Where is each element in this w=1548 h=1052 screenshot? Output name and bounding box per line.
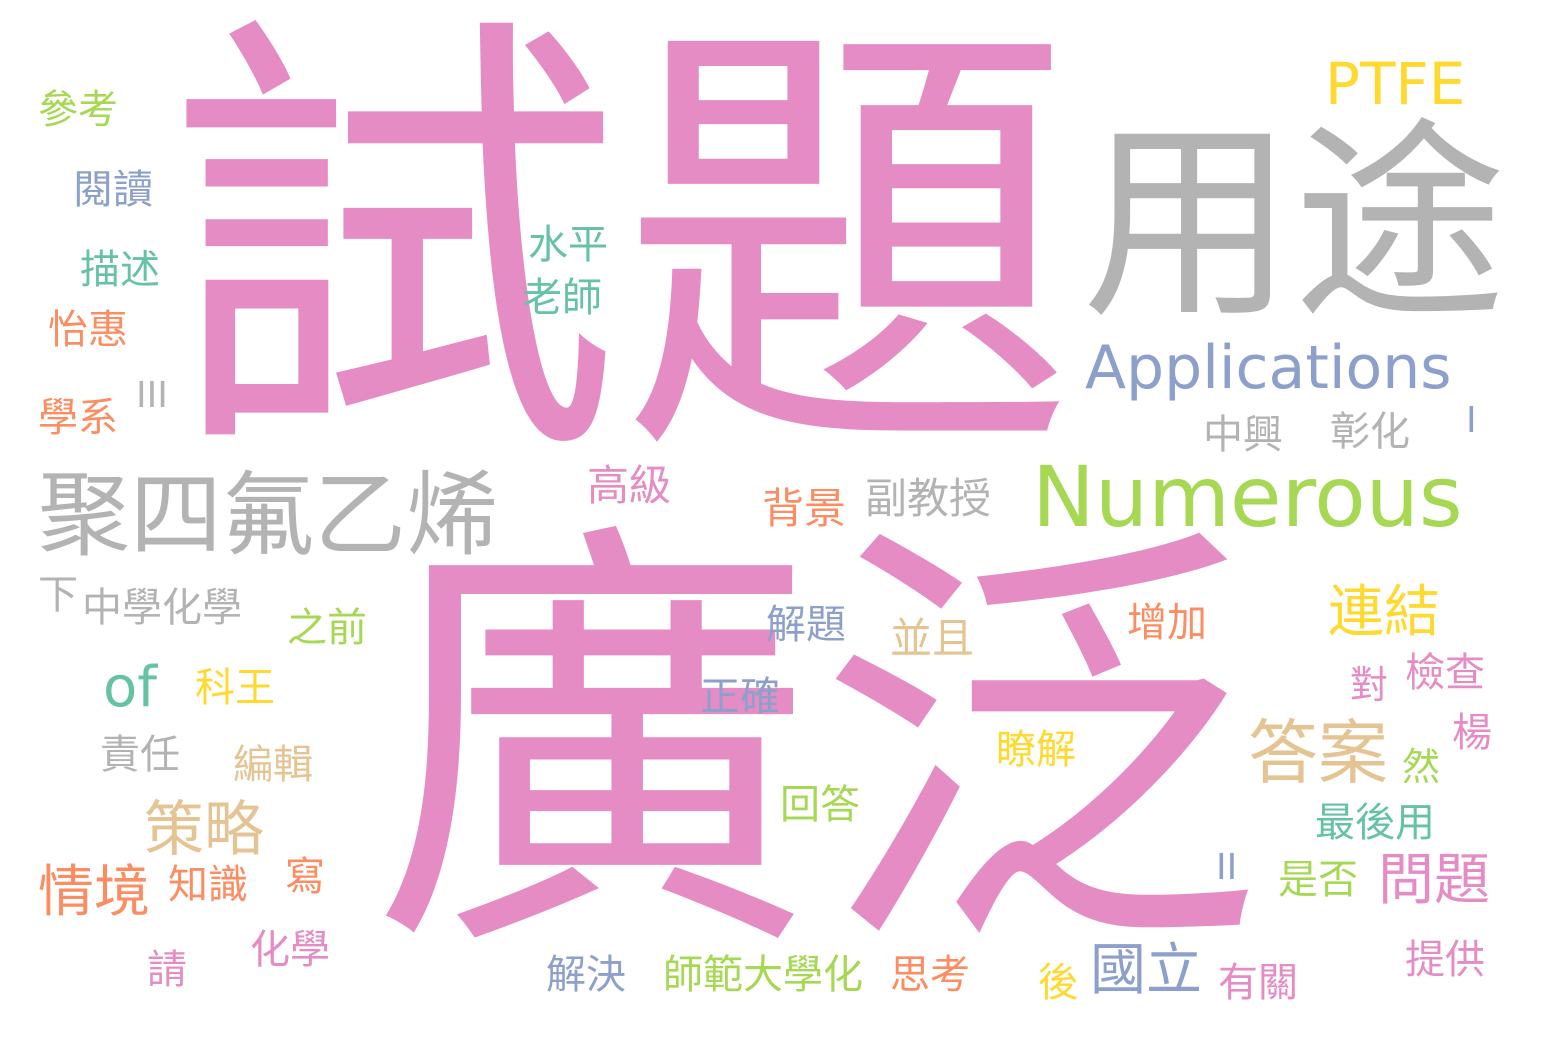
word-zengjia: 增加 (1127, 600, 1207, 646)
word-jusifuyixi: 聚四氟乙烯 (38, 462, 499, 569)
word-zhengque: 正確 (700, 674, 780, 720)
word-ran: 然 (1402, 745, 1441, 789)
word-youguan: 有關 (1218, 960, 1298, 1006)
word-huaxue: 化學 (250, 927, 330, 973)
word-dui: 對 (1350, 663, 1389, 707)
word-zhongxing: 中興 (1203, 412, 1283, 458)
word-of: of (103, 655, 157, 720)
word-numerous: Numerous (1032, 448, 1463, 546)
word-qingjing: 情境 (38, 860, 150, 925)
word-daan: 答案 (1248, 712, 1388, 794)
word-zhiqian: 之前 (287, 605, 367, 651)
word-yang: 楊 (1452, 710, 1492, 756)
word-xia: 下 (38, 572, 78, 618)
word-roman-ii: II (1216, 847, 1238, 888)
word-yuedu: 閱讀 (73, 167, 153, 213)
word-yongtu: 用途 (1082, 100, 1506, 347)
word-laoshi: 老師 (522, 275, 602, 321)
word-bingqie: 並且 (890, 614, 975, 663)
word-shuiping: 水平 (528, 222, 608, 268)
word-zeren: 責任 (100, 732, 180, 778)
word-jieti: 解題 (766, 602, 846, 648)
word-zhongxuehuaxue: 中學化學 (82, 585, 242, 631)
word-roman-i: I (1466, 400, 1477, 441)
word-hou: 後 (1038, 960, 1078, 1006)
word-roman-iii: III (136, 375, 168, 416)
word-beijing: 背景 (762, 484, 847, 533)
word-celue: 策略 (144, 795, 264, 865)
word-bianji: 編輯 (233, 742, 313, 788)
word-ptfe: PTFE (1325, 50, 1466, 118)
word-gaoji: 高級 (587, 461, 672, 510)
word-applications: Applications (1085, 333, 1452, 403)
word-yihui: 怡惠 (48, 307, 128, 353)
word-jiejue: 解決 (546, 952, 626, 998)
word-guangfan: 廣泛 (372, 488, 1262, 1006)
word-sikao: 思考 (890, 952, 970, 998)
word-qing: 請 (147, 947, 187, 993)
word-jiancha: 檢查 (1405, 650, 1485, 696)
word-xuexi: 學系 (38, 395, 118, 441)
word-kewang: 科王 (195, 665, 275, 711)
word-zuihouyong: 最後用 (1315, 800, 1435, 846)
word-shifandaxuehua: 師範大學化 (663, 952, 863, 998)
word-shiti: 試題 (165, 0, 1075, 512)
word-lianjie: 連結 (1328, 580, 1440, 645)
word-cloud: 試題 廣泛 用途 Applications Numerous PTFE 聚四氟乙… (0, 0, 1548, 1052)
word-fujiaoshou: 副教授 (865, 474, 992, 523)
word-shifou: 是否 (1278, 857, 1358, 903)
word-zhanghua: 彰化 (1330, 409, 1410, 455)
word-xie: 寫 (285, 854, 325, 900)
word-zhishi: 知識 (168, 862, 248, 908)
word-wenti: 問題 (1378, 848, 1490, 913)
word-huida: 回答 (780, 782, 860, 828)
word-liaojie: 瞭解 (996, 727, 1076, 773)
word-cankao: 參考 (38, 87, 118, 133)
word-miaoshu: 描述 (80, 247, 160, 293)
word-tigong: 提供 (1405, 937, 1485, 983)
word-guoli: 國立 (1090, 938, 1202, 1003)
